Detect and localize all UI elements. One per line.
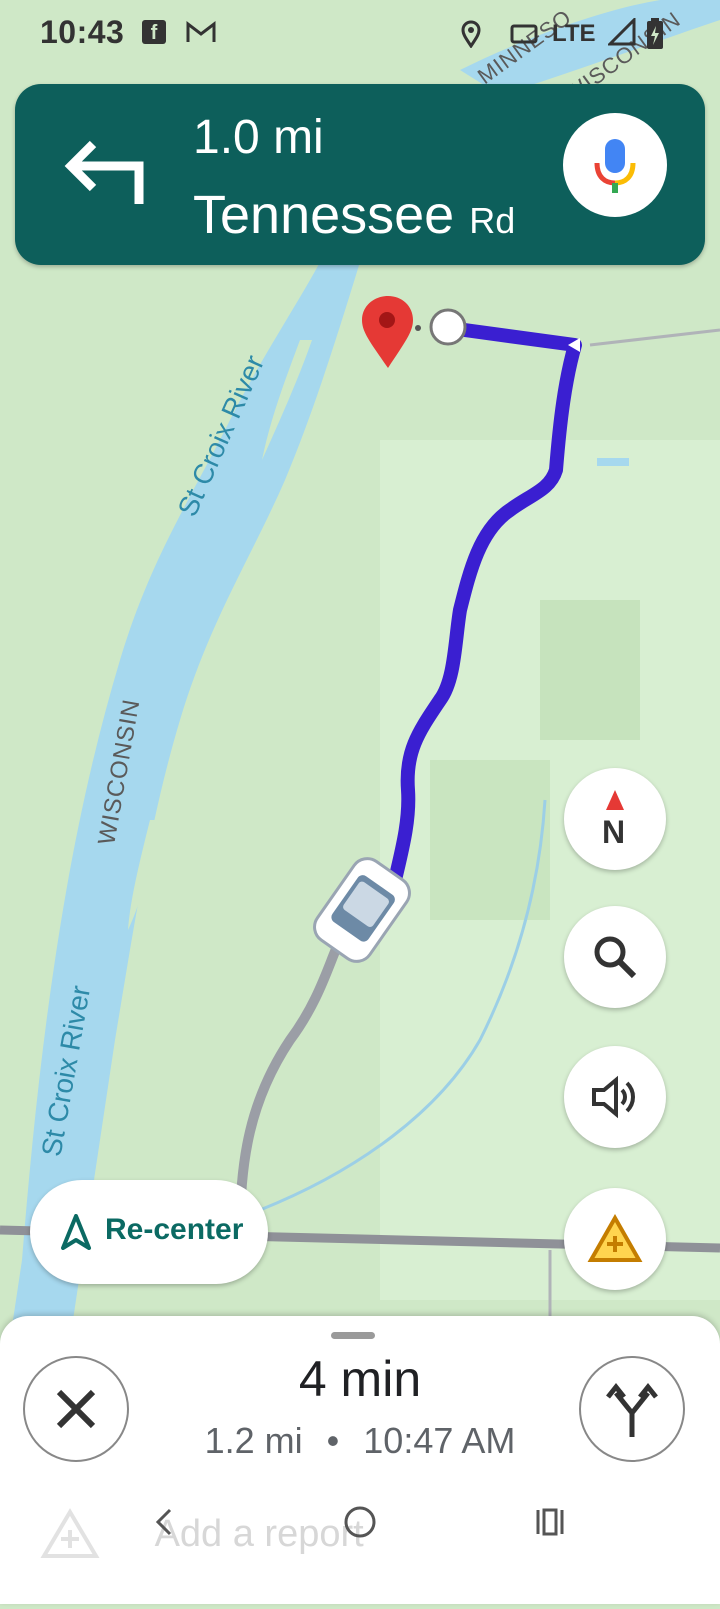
sound-button[interactable] bbox=[564, 1046, 666, 1148]
trip-separator: • bbox=[326, 1420, 340, 1461]
status-time: 10:43 bbox=[40, 14, 125, 50]
recent-apps-icon[interactable] bbox=[536, 1508, 564, 1536]
compass-button[interactable]: N bbox=[564, 768, 666, 870]
microphone-icon bbox=[594, 139, 636, 193]
turn-left-icon bbox=[57, 128, 157, 208]
compass-label: N bbox=[602, 814, 626, 850]
facebook-icon: f bbox=[142, 20, 166, 44]
voice-search-button[interactable] bbox=[563, 113, 667, 217]
street-name: Tennessee Rd bbox=[193, 184, 515, 246]
report-hazard-icon bbox=[587, 1214, 643, 1262]
system-navigation-bar bbox=[0, 1480, 720, 1604]
network-type: LTE bbox=[552, 20, 596, 47]
street-main: Tennessee bbox=[193, 185, 455, 245]
signal-icon bbox=[606, 16, 636, 52]
recenter-button[interactable]: Re-center bbox=[30, 1180, 268, 1284]
navigation-arrow-icon bbox=[61, 1214, 91, 1250]
alternate-routes-button[interactable] bbox=[579, 1356, 685, 1462]
volume-icon bbox=[592, 1075, 635, 1119]
recenter-label: Re-center bbox=[105, 1213, 244, 1246]
cast-icon bbox=[510, 22, 540, 52]
location-icon bbox=[460, 20, 482, 54]
home-icon[interactable] bbox=[344, 1506, 376, 1538]
search-along-route-button[interactable] bbox=[564, 906, 666, 1008]
maneuver-distance: 1.0 mi bbox=[193, 111, 324, 164]
route-fork-icon bbox=[606, 1382, 658, 1437]
street-suffix: Rd bbox=[469, 200, 516, 241]
status-bar: 10:43 f LTE bbox=[0, 0, 720, 70]
drag-handle[interactable] bbox=[331, 1332, 375, 1339]
arrival-time: 10:47 AM bbox=[363, 1420, 516, 1461]
battery-charging-icon bbox=[646, 18, 664, 56]
add-report-button[interactable] bbox=[564, 1188, 666, 1290]
gmail-icon bbox=[186, 20, 216, 50]
trip-distance: 1.2 mi bbox=[204, 1420, 303, 1461]
search-icon bbox=[594, 936, 637, 979]
destination-dot-icon bbox=[429, 308, 467, 346]
back-icon[interactable] bbox=[155, 1508, 172, 1536]
